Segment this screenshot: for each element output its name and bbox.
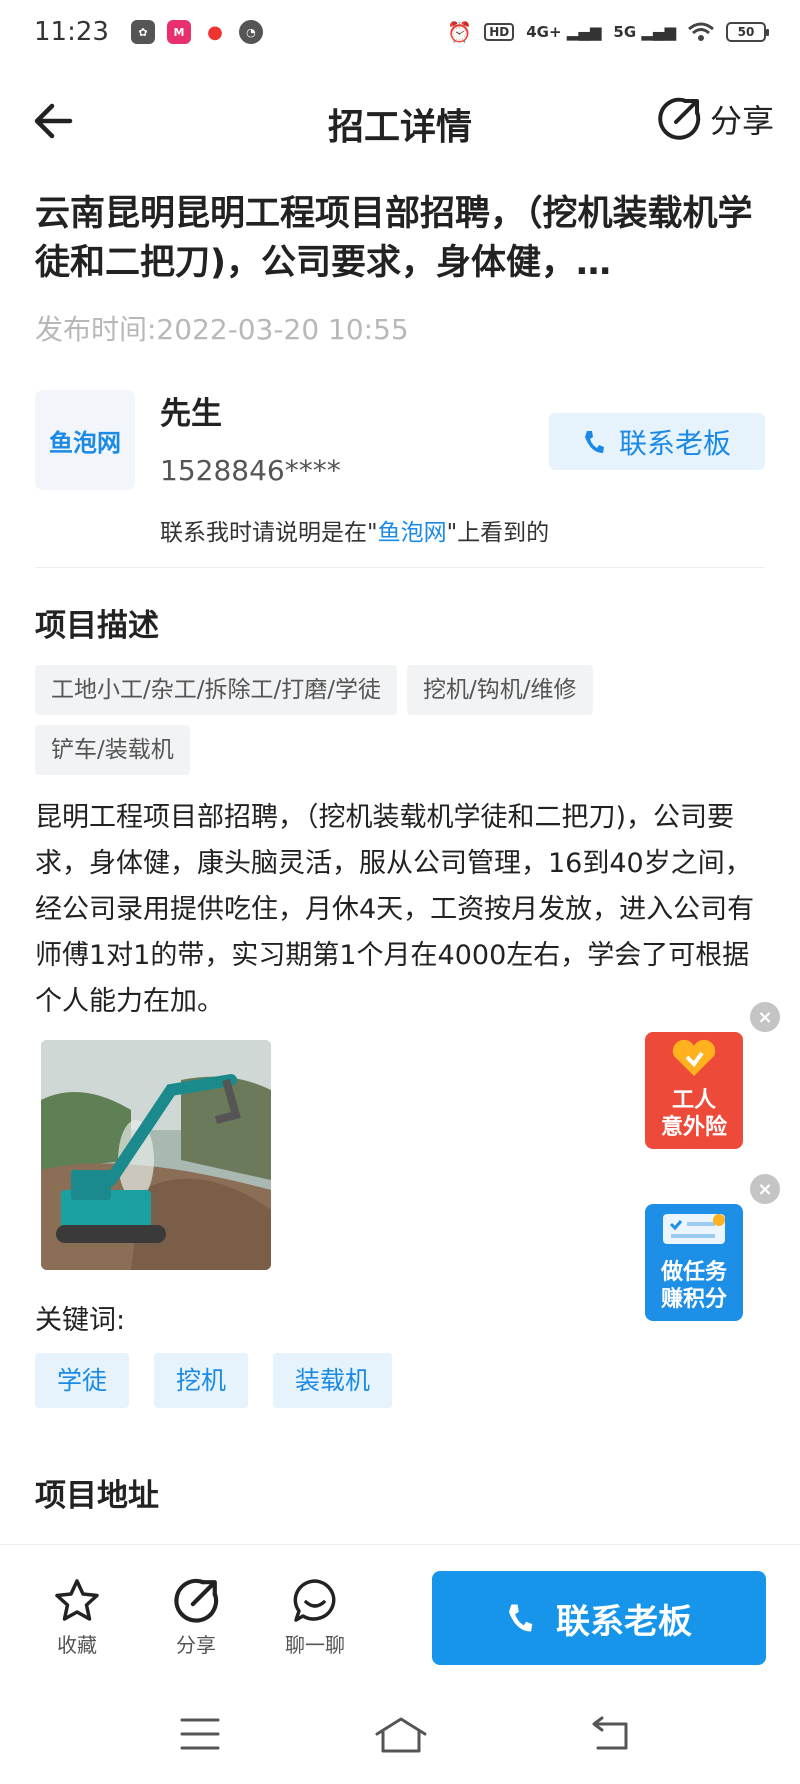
close-icon: × [757,1178,773,1200]
job-tag-list: 工地小工/杂工/拆除工/打磨/学徒 挖机/钩机/维修 铲车/装载机 [35,665,695,775]
phone-icon [584,430,604,453]
contact-note: 联系我时请说明是在"鱼泡网"上看到的 [160,513,549,547]
status-bar: 11:23 ✿ M ● ◔ ⏰ HD 4G+ ▂▄▆ 5G ▂▄▆ 50 [0,0,800,64]
battery-level: 50 [737,25,755,39]
excavator-photo [41,1040,271,1270]
signal-4g-label: 4G+ [526,23,562,41]
keyword-tag[interactable]: 装载机 [273,1353,393,1408]
contact-note-brand: 鱼泡网 [377,520,447,546]
share-bottom-button[interactable]: 分享 [156,1577,236,1658]
job-detail-content[interactable]: 云南昆明昆明工程项目部招聘，（挖机装载机学徒和二把刀)，公司要求，身体健，… 发… [0,160,800,1544]
task-card-icon [663,1214,725,1244]
close-insurance-button[interactable]: × [750,1002,780,1032]
contact-note-suffix: "上看到的 [446,520,550,546]
chat-bubble-icon [293,1579,336,1622]
job-tag: 铲车/装载机 [35,725,190,775]
contact-boss-label: 联系老板 [618,426,731,460]
contact-phone: 1528846**** [160,454,341,487]
keyword-tag[interactable]: 挖机 [154,1353,249,1408]
task-line-2: 赚积分 [660,1287,727,1312]
back-button[interactable] [30,96,86,146]
location-pin-icon: ● [202,20,227,44]
job-title: 云南昆明昆明工程项目部招聘，（挖机装载机学徒和二把刀)，公司要求，身体健，… [35,194,753,283]
job-tag: 挖机/钩机/维修 [407,665,593,715]
favorite-label: 收藏 [57,1633,97,1657]
task-points-widget[interactable]: 做任务 赚积分 [645,1204,743,1321]
back-nav-icon[interactable] [588,1716,630,1752]
keyword-list: 学徒 挖机 装载机 [35,1353,765,1408]
home-icon[interactable] [374,1716,428,1754]
menu-icon[interactable] [180,1716,220,1752]
signal-5g-label: 5G [613,23,637,41]
back-arrow-icon [34,103,73,139]
publish-time: 发布时间:2022-03-20 10:55 [35,313,409,346]
chat-button[interactable]: 聊一聊 [275,1577,355,1658]
star-icon [55,1579,99,1621]
job-photo[interactable] [41,1040,271,1270]
wifi-icon [688,22,714,41]
share-icon [174,1578,219,1623]
bottom-action-bar: 收藏 分享 聊一聊 联系老板 [0,1544,800,1690]
project-address-title: 项目地址 [35,1478,159,1514]
share-label: 分享 [709,102,774,140]
status-time: 11:23 [34,17,109,47]
job-tag: 工地小工/杂工/拆除工/打磨/学徒 [35,665,397,715]
share-icon [658,97,701,140]
insurance-line-1: 工人 [671,1088,716,1113]
contact-card: 鱼泡网 先生 1528846**** 联系我时请说明是在"鱼泡网"上看到的 联系… [35,368,765,568]
close-task-button[interactable]: × [750,1174,780,1204]
nav-bar: 招工详情 分享 [0,80,800,160]
insurance-line-2: 意外险 [660,1115,727,1140]
hd-badge: HD [484,23,515,41]
signal-4g-icon: 4G+ ▂▄▆ [526,23,602,41]
keyword-tag[interactable]: 学徒 [35,1353,130,1408]
alarm-icon: ⏰ [447,20,473,44]
project-description-title: 项目描述 [35,608,159,644]
app-notification-icon: M [166,20,191,44]
status-indicators: ⏰ HD 4G+ ▂▄▆ 5G ▂▄▆ 50 [447,20,769,44]
battery-icon: 50 [726,22,769,42]
project-description: 昆明工程项目部招聘，（挖机装载机学徒和二把刀)，公司要求，身体健，康头脑灵活，服… [35,802,755,1017]
contact-boss-button[interactable]: 联系老板 [432,1571,766,1665]
contact-boss-button-label: 联系老板 [556,1601,692,1642]
status-app-icons: ✿ M ● ◔ [130,20,263,44]
chat-label: 聊一聊 [285,1633,345,1657]
signal-5g-icon: 5G ▂▄▆ [613,23,676,41]
brand-logo: 鱼泡网 [35,390,135,490]
contact-name: 先生 [160,396,222,432]
phone-icon [508,1604,533,1632]
close-icon: × [757,1006,773,1028]
contact-note-prefix: 联系我时请说明是在" [160,520,378,546]
contact-boss-button-small[interactable]: 联系老板 [549,413,765,470]
app-notification-icon: ✿ [130,20,155,44]
share-bottom-label: 分享 [176,1633,216,1657]
task-line-1: 做任务 [660,1260,727,1285]
heart-shield-icon [672,1039,716,1076]
worker-insurance-widget[interactable]: 工人 意外险 [645,1032,743,1149]
compass-icon: ◔ [238,20,263,44]
share-button[interactable]: 分享 [656,96,774,142]
system-navigation-bar [0,1690,800,1784]
favorite-button[interactable]: 收藏 [37,1577,117,1658]
